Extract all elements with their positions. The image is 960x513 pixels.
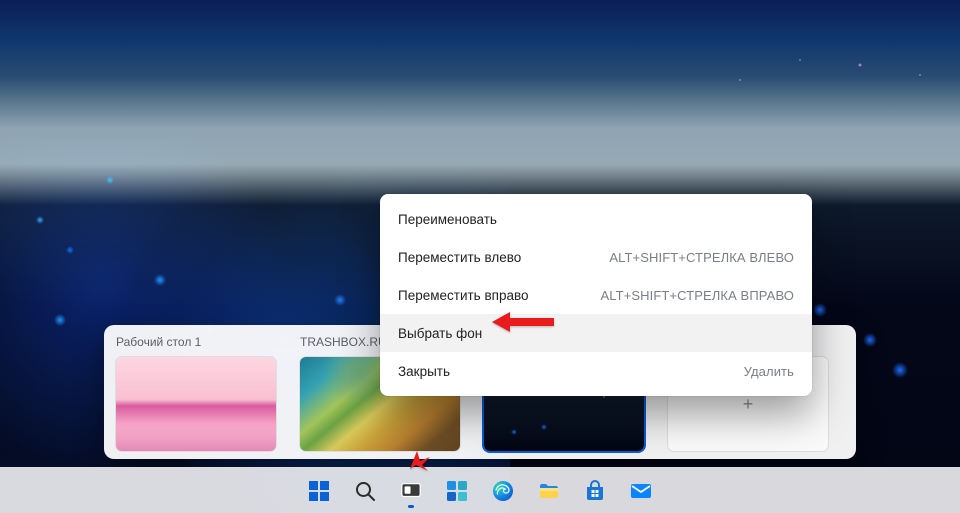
file-explorer-button[interactable] — [529, 471, 569, 511]
taskbar — [0, 467, 960, 513]
ctx-label: Закрыть — [398, 364, 450, 379]
windows-icon — [307, 479, 331, 503]
start-button[interactable] — [299, 471, 339, 511]
mail-button[interactable] — [621, 471, 661, 511]
ctx-label: Переименовать — [398, 212, 497, 227]
widgets-icon — [445, 479, 469, 503]
annotation-arrow-1 — [492, 310, 554, 339]
desktop-title: Рабочий стол 1 — [116, 335, 276, 351]
ctx-label: Переместить вправо — [398, 288, 529, 303]
search-button[interactable] — [345, 471, 385, 511]
desktop-context-menu: Переименовать Переместить влево ALT+SHIF… — [380, 194, 812, 396]
edge-icon — [491, 479, 515, 503]
mail-icon — [629, 479, 653, 503]
ctx-close[interactable]: Закрыть Удалить — [380, 352, 812, 390]
folder-icon — [537, 479, 561, 503]
ctx-right-label: Удалить — [744, 364, 794, 379]
search-icon — [353, 479, 377, 503]
ctx-move-left[interactable]: Переместить влево ALT+SHIFT+СТРЕЛКА ВЛЕВ… — [380, 238, 812, 276]
store-icon — [583, 479, 607, 503]
ctx-move-right[interactable]: Переместить вправо ALT+SHIFT+СТРЕЛКА ВПР… — [380, 276, 812, 314]
ctx-rename[interactable]: Переименовать — [380, 200, 812, 238]
task-view-icon — [400, 480, 422, 502]
plus-icon: + — [743, 394, 754, 415]
edge-button[interactable] — [483, 471, 523, 511]
task-view-button[interactable] — [391, 471, 431, 511]
ctx-label: Выбрать фон — [398, 326, 482, 341]
ctx-shortcut: ALT+SHIFT+СТРЕЛКА ВЛЕВО — [609, 250, 794, 265]
ctx-shortcut: ALT+SHIFT+СТРЕЛКА ВПРАВО — [601, 288, 794, 303]
ms-store-button[interactable] — [575, 471, 615, 511]
desktop-item-1[interactable]: Рабочий стол 1 — [116, 335, 276, 451]
ctx-label: Переместить влево — [398, 250, 521, 265]
widgets-button[interactable] — [437, 471, 477, 511]
desktop-thumbnail[interactable] — [116, 357, 276, 451]
annotation-arrow-2 — [408, 449, 430, 476]
ctx-choose-background[interactable]: Выбрать фон — [380, 314, 812, 352]
